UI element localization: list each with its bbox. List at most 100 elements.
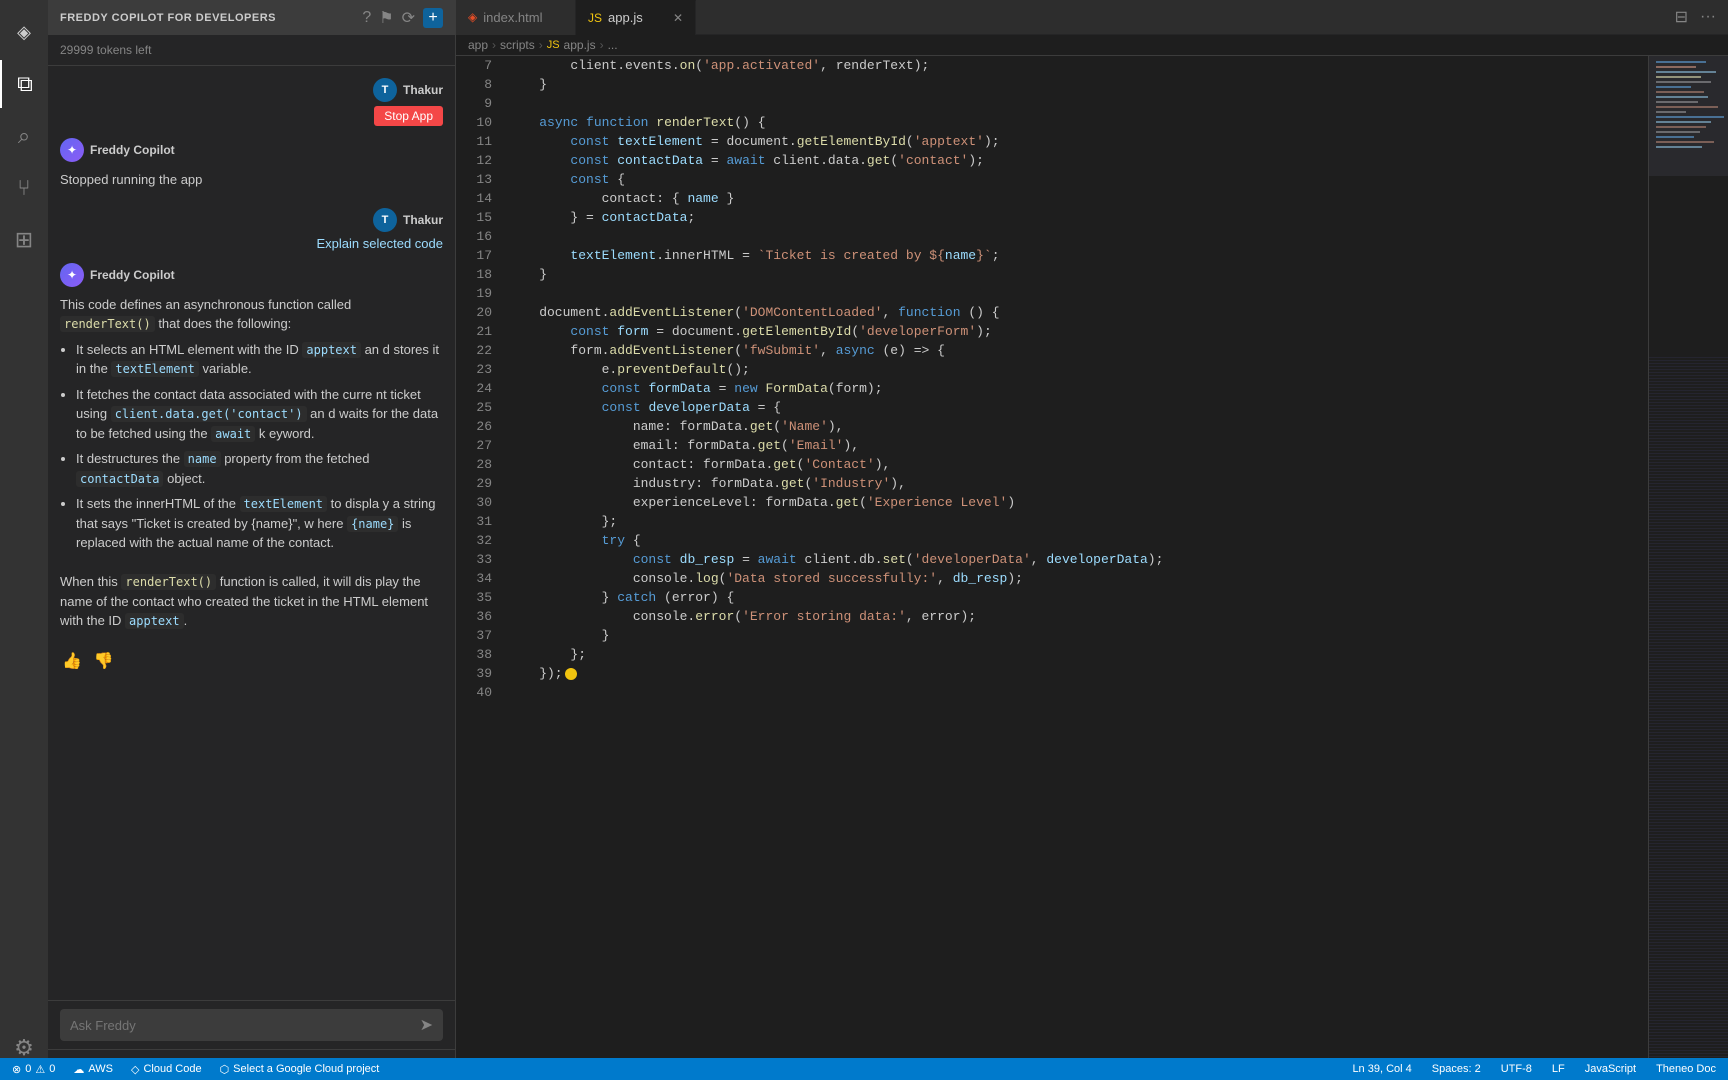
activity-bar-explorer[interactable]: ⧉ (0, 60, 48, 108)
code-line-37: } (508, 626, 1648, 645)
code-line-16 (508, 227, 1648, 246)
freddy-name-2: Freddy Copilot (90, 268, 175, 282)
status-encoding[interactable]: UTF-8 (1497, 1058, 1536, 1080)
code-line-32: try { (508, 531, 1648, 550)
line-ending-label: LF (1552, 1063, 1565, 1075)
status-aws[interactable]: ☁ AWS (69, 1058, 117, 1080)
code-line-13: const { (508, 170, 1648, 189)
code-line-40 (508, 683, 1648, 702)
tab-bar: ◈ index.html JS app.js ✕ ⊟ ··· (456, 0, 1728, 35)
code-line-17: textElement.innerHTML = `Ticket is creat… (508, 246, 1648, 265)
code-line-25: const developerData = { (508, 398, 1648, 417)
code-line-24: const formData = new FormData(form); (508, 379, 1648, 398)
activity-bar-search[interactable]: ⌕ (0, 112, 48, 160)
status-language[interactable]: JavaScript (1581, 1058, 1640, 1080)
activity-bar-scm[interactable]: ⑂ (0, 164, 48, 212)
tab-close-button[interactable]: ✕ (673, 11, 683, 25)
tab-bar-actions: ⊟ ··· (1671, 5, 1728, 29)
user-message-2: T Thakur Explain selected code (60, 208, 443, 251)
code-line-14: contact: { name } (508, 189, 1648, 208)
history-icon[interactable]: ⟳ (402, 8, 415, 28)
ask-freddy-input[interactable] (70, 1018, 412, 1033)
status-cloud-code[interactable]: ◇ Cloud Code (127, 1058, 206, 1080)
status-bar-right: Ln 39, Col 4 Spaces: 2 UTF-8 LF JavaScri… (1348, 1058, 1720, 1080)
chat-content: T Thakur Stop App ✦ Freddy Copilot Stopp… (48, 66, 455, 1000)
status-spaces[interactable]: Spaces: 2 (1428, 1058, 1485, 1080)
tab-app-js-label: app.js (608, 10, 643, 25)
freddy-explanation-text: This code defines an asynchronous functi… (60, 295, 443, 637)
gcp-project-label: Select a Google Cloud project (233, 1063, 379, 1075)
code-line-23: e.preventDefault(); (508, 360, 1648, 379)
status-gcp-project[interactable]: ⬡ Select a Google Cloud project (216, 1058, 384, 1080)
code-line-34: console.log('Data stored successfully:',… (508, 569, 1648, 588)
status-position[interactable]: Ln 39, Col 4 (1348, 1058, 1415, 1080)
tab-index-html[interactable]: ◈ index.html (456, 0, 576, 35)
cloud-code-icon: ◇ (131, 1063, 139, 1076)
breadcrumb-app[interactable]: app (468, 38, 488, 52)
user-avatar-1: T (373, 78, 397, 102)
breadcrumb-js-icon: JS (547, 39, 560, 51)
sidebar-panel: FREDDY COPILOT FOR DEVELOPERS ? ⚑ ⟳ + 29… (48, 0, 456, 1080)
code-line-36: console.error('Error storing data:', err… (508, 607, 1648, 626)
thumbs-up-button[interactable]: 👍 (60, 649, 84, 673)
gcp-icon: ⬡ (220, 1063, 230, 1076)
encoding-label: UTF-8 (1501, 1063, 1532, 1075)
user-message-1: T Thakur Stop App (60, 78, 443, 126)
activity-bar-logo[interactable]: ◈ (0, 8, 48, 56)
activity-bar: ◈ ⧉ ⌕ ⑂ ⊞ ⚙ (0, 0, 48, 1080)
help-icon[interactable]: ? (362, 9, 371, 27)
minimap-svg (1648, 56, 1728, 356)
user-name-2: Thakur (403, 213, 443, 227)
more-actions-button[interactable]: ··· (1696, 6, 1720, 28)
status-line-ending[interactable]: LF (1548, 1058, 1569, 1080)
code-line-27: email: formData.get('Email'), (508, 436, 1648, 455)
code-lines: client.events.on('app.activated', render… (504, 56, 1648, 1080)
freddy-header-1: ✦ Freddy Copilot (60, 138, 443, 162)
breadcrumb-appjs[interactable]: app.js (564, 38, 596, 52)
new-conversation-button[interactable]: + (423, 8, 443, 28)
ask-send-button[interactable]: ➤ (420, 1015, 433, 1035)
aws-label: AWS (88, 1063, 113, 1075)
code-line-19 (508, 284, 1648, 303)
code-line-8: } (508, 75, 1648, 94)
thumbs-down-button[interactable]: 👎 (92, 649, 116, 673)
status-schema[interactable]: Theneo Doc (1652, 1058, 1720, 1080)
code-line-11: const textElement = document.getElementB… (508, 132, 1648, 151)
warning-count: 0 (49, 1063, 55, 1075)
user-name-1: Thakur (403, 83, 443, 97)
breadcrumb-ellipsis[interactable]: ... (608, 38, 618, 52)
freddy-stopped-text: Stopped running the app (60, 170, 443, 196)
freddy-name-1: Freddy Copilot (90, 143, 175, 157)
html-file-icon: ◈ (468, 10, 477, 24)
code-line-30: experienceLevel: formData.get('Experienc… (508, 493, 1648, 512)
code-editor[interactable]: 7 8 9 10 11 12 13 14 15 16 17 18 19 20 2… (456, 56, 1728, 1080)
freddy-header-2: ✦ Freddy Copilot (60, 263, 443, 287)
code-line-20: document.addEventListener('DOMContentLoa… (508, 303, 1648, 322)
position-label: Ln 39, Col 4 (1352, 1063, 1411, 1075)
status-errors[interactable]: ⊗ 0 ⚠ 0 (8, 1058, 59, 1080)
code-line-26: name: formData.get('Name'), (508, 417, 1648, 436)
schema-label: Theneo Doc (1656, 1063, 1716, 1075)
code-line-10: async function renderText() { (508, 113, 1648, 132)
language-label: JavaScript (1585, 1063, 1636, 1075)
status-bar: ⊗ 0 ⚠ 0 ☁ AWS ◇ Cloud Code ⬡ Select a Go… (0, 1058, 1728, 1080)
user-avatar-row-2: T Thakur (373, 208, 443, 232)
warning-icon: ⚠ (35, 1063, 45, 1076)
code-line-38: }; (508, 645, 1648, 664)
code-line-12: const contactData = await client.data.ge… (508, 151, 1648, 170)
error-icon: ⊗ (12, 1063, 21, 1076)
editor-area: ◈ index.html JS app.js ✕ ⊟ ··· app › scr… (456, 0, 1728, 1080)
split-editor-button[interactable]: ⊟ (1671, 5, 1692, 29)
tab-app-js[interactable]: JS app.js ✕ (576, 0, 696, 35)
aws-icon: ☁ (73, 1063, 84, 1076)
error-count: 0 (25, 1063, 31, 1075)
activity-bar-extensions[interactable]: ⊞ (0, 216, 48, 264)
flag-icon[interactable]: ⚑ (379, 8, 393, 28)
freddy-avatar-2: ✦ (60, 263, 84, 287)
stop-app-button[interactable]: Stop App (374, 106, 443, 126)
breadcrumb-scripts[interactable]: scripts (500, 38, 535, 52)
code-line-31: }; (508, 512, 1648, 531)
sidebar-title: FREDDY COPILOT FOR DEVELOPERS (60, 12, 276, 24)
freddy-response-1: ✦ Freddy Copilot Stopped running the app (60, 138, 443, 196)
user-action-2: Explain selected code (317, 236, 443, 251)
